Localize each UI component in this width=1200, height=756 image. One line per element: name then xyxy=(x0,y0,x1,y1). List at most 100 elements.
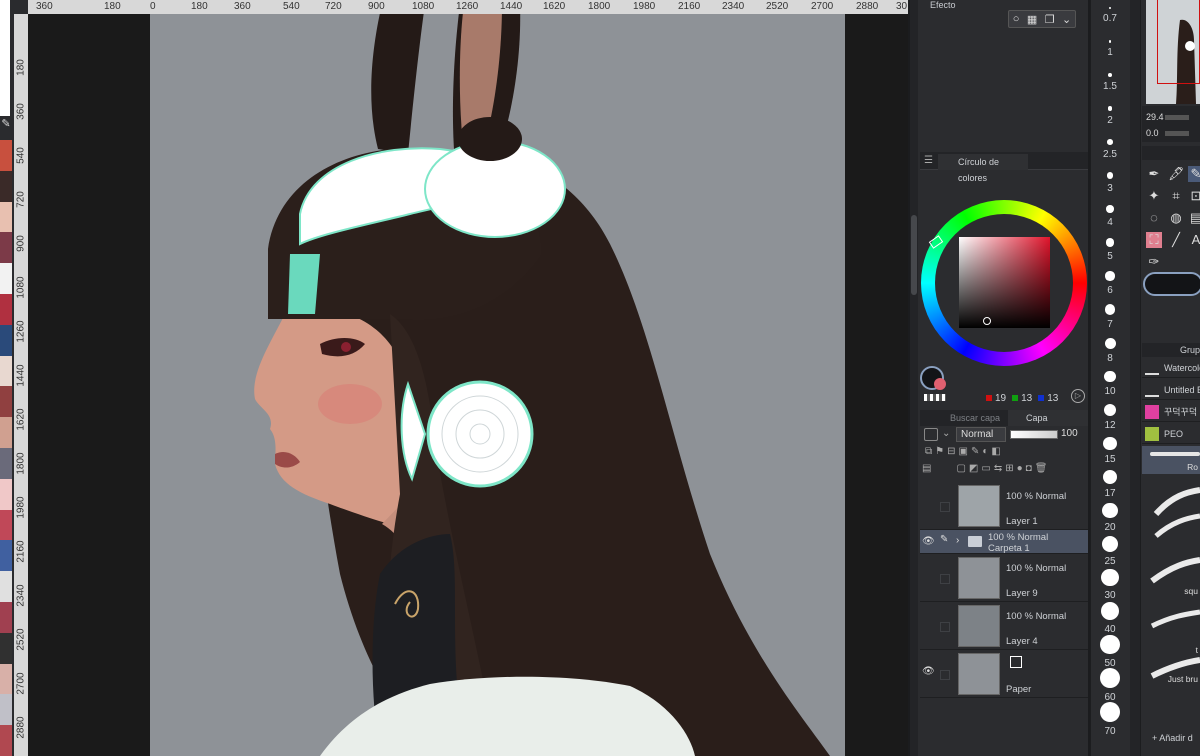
brush-size-dot[interactable] xyxy=(1100,668,1120,688)
layer-lock-toggle[interactable] xyxy=(940,670,950,680)
rotation-value[interactable]: 0.0 xyxy=(1146,128,1159,138)
brush-size-dot[interactable] xyxy=(1101,568,1119,587)
layer-lock-toggle[interactable] xyxy=(940,502,950,512)
swatch[interactable] xyxy=(0,232,12,264)
panel-menu-icon[interactable]: ☰ xyxy=(924,155,933,166)
opacity-slider[interactable] xyxy=(1010,430,1058,439)
brush-size-label[interactable]: 6 xyxy=(1090,285,1130,296)
zoom-value[interactable]: 29.4 xyxy=(1146,112,1164,122)
ink-tool-icon[interactable]: 🖋 xyxy=(1168,166,1185,182)
brush-size-label[interactable]: 20 xyxy=(1090,522,1130,533)
layer-row[interactable]: 100 % Normal Layer 9 xyxy=(920,554,1088,602)
subtool-item[interactable]: 꾸덕꾸덕 xyxy=(1142,402,1200,422)
transfer-icon[interactable]: ⇆ xyxy=(994,463,1002,479)
brush-size-label[interactable]: 0.7 xyxy=(1090,13,1130,24)
sparkle-tool-icon[interactable]: ✦ xyxy=(1146,188,1162,204)
swatch[interactable] xyxy=(0,140,12,171)
brush-size-label[interactable]: 2 xyxy=(1090,115,1130,126)
brush-size-label[interactable]: 30 xyxy=(1090,590,1130,601)
brush-size-dot[interactable] xyxy=(1109,7,1111,9)
brush-size-label[interactable]: 1 xyxy=(1090,47,1130,58)
swatch[interactable] xyxy=(0,263,12,294)
subtool-item[interactable]: Watercolor xyxy=(1142,358,1200,378)
reference-icon[interactable]: ⚑ xyxy=(935,446,944,460)
brush-size-label[interactable]: 7 xyxy=(1090,319,1130,330)
layer-color-icon[interactable]: ◧ xyxy=(991,446,1000,460)
brush-size-label[interactable]: 10 xyxy=(1090,386,1130,397)
subtool-group-header[interactable]: Grupo xyxy=(1142,343,1200,357)
brush-size-dot[interactable] xyxy=(1100,701,1120,722)
chevron-right-icon[interactable]: › xyxy=(956,535,959,546)
rotation-slider[interactable] xyxy=(1165,131,1189,136)
color-settings-icon[interactable]: ▷ xyxy=(1071,389,1085,403)
swatch[interactable] xyxy=(0,417,12,448)
swatch[interactable] xyxy=(0,571,12,602)
sv-cursor[interactable] xyxy=(983,317,991,325)
panel-icon[interactable]: ▤ xyxy=(922,463,931,479)
brush-size-dot[interactable] xyxy=(1108,73,1112,77)
panel-splitter[interactable] xyxy=(1130,0,1140,756)
transparent-color-swatch[interactable] xyxy=(924,394,946,401)
drawing-canvas[interactable] xyxy=(150,14,845,756)
chevron-down-icon[interactable]: ⌄ xyxy=(942,428,950,439)
layer-row-selected[interactable]: 👁 ✎ › 100 % Normal Carpeta 1 xyxy=(920,530,1088,554)
lasso-tool-icon[interactable]: ◌ xyxy=(1146,210,1162,226)
new-folder-icon[interactable]: ▭ xyxy=(981,463,990,479)
lock-icon[interactable]: ⊟ xyxy=(947,446,955,460)
subtool-item[interactable]: Untitled B xyxy=(1142,380,1200,400)
subtool-item[interactable]: PEO xyxy=(1142,424,1200,444)
swatch[interactable] xyxy=(0,478,12,510)
swatch[interactable] xyxy=(0,447,12,479)
brush-size-dot[interactable] xyxy=(1104,304,1116,315)
scrollbar-thumb[interactable] xyxy=(911,215,917,295)
brush-color-preview[interactable] xyxy=(1143,272,1200,296)
tab-color-circle[interactable]: Círculo de colores xyxy=(938,154,1028,183)
brush-size-label[interactable]: 15 xyxy=(1090,454,1130,465)
mask-apply-icon[interactable]: ◘ xyxy=(1026,463,1032,479)
dither-icon[interactable]: ▦ xyxy=(1027,13,1037,26)
fill-tool-icon[interactable]: ◍ xyxy=(1168,210,1184,226)
circle-icon[interactable]: ○ xyxy=(1013,13,1020,25)
layer-visibility-toggle[interactable] xyxy=(922,502,934,514)
swatch[interactable] xyxy=(0,632,12,664)
brush-size-dot[interactable] xyxy=(1104,337,1116,349)
tab-search-layer[interactable]: Buscar capa xyxy=(938,410,1006,426)
trash-icon[interactable]: 🗑 xyxy=(1035,463,1048,479)
canvas-workspace[interactable] xyxy=(28,14,908,756)
swatch[interactable] xyxy=(0,725,12,756)
brush-size-label[interactable]: 12 xyxy=(1090,420,1130,431)
brush-size-label[interactable]: 1.5 xyxy=(1090,81,1130,92)
swatch[interactable] xyxy=(0,663,12,695)
eye-icon[interactable]: 👁 xyxy=(922,666,935,678)
brush-size-dot[interactable] xyxy=(1107,139,1113,145)
clip-icon[interactable]: ⧉ xyxy=(925,446,932,460)
color-set-swatches[interactable] xyxy=(0,140,12,756)
new-raster-icon[interactable]: ▢ xyxy=(956,463,965,479)
line-tool-icon[interactable]: ╱ xyxy=(1168,232,1184,248)
layer-lock-toggle[interactable] xyxy=(940,622,950,632)
brush-size-label[interactable]: 4 xyxy=(1090,217,1130,228)
add-brush-button[interactable]: + Añadir d xyxy=(1152,733,1193,743)
brush-size-dot[interactable] xyxy=(1102,502,1118,519)
chevron-down-icon[interactable]: ⌄ xyxy=(1062,13,1071,26)
swatch[interactable] xyxy=(0,201,12,233)
swatch[interactable] xyxy=(0,324,12,356)
zoom-slider[interactable] xyxy=(1165,115,1189,120)
new-vector-icon[interactable]: ◩ xyxy=(969,463,978,479)
merge-icon[interactable]: ⊞ xyxy=(1005,463,1013,479)
brush-size-label[interactable]: 25 xyxy=(1090,556,1130,567)
swatch[interactable] xyxy=(0,386,12,418)
blend-mode-select[interactable]: Normal xyxy=(956,427,1006,442)
eyedropper-tool-icon[interactable]: ✑ xyxy=(1146,254,1162,270)
eye-icon[interactable]: 👁 xyxy=(922,536,935,548)
brush-size-label[interactable]: 5 xyxy=(1090,251,1130,262)
brush-size-label[interactable]: 17 xyxy=(1090,488,1130,499)
saturation-value-square[interactable] xyxy=(959,237,1050,328)
swatch[interactable] xyxy=(0,509,12,541)
swatch[interactable] xyxy=(0,694,12,726)
mask-add-icon[interactable]: ● xyxy=(1017,463,1023,479)
gradient-tool-icon[interactable]: ▤ xyxy=(1188,210,1200,226)
mask-icon[interactable]: ▣ xyxy=(959,446,968,460)
layer-row[interactable]: 100 % Normal Layer 4 xyxy=(920,602,1088,650)
brush-size-dot[interactable] xyxy=(1106,172,1114,179)
